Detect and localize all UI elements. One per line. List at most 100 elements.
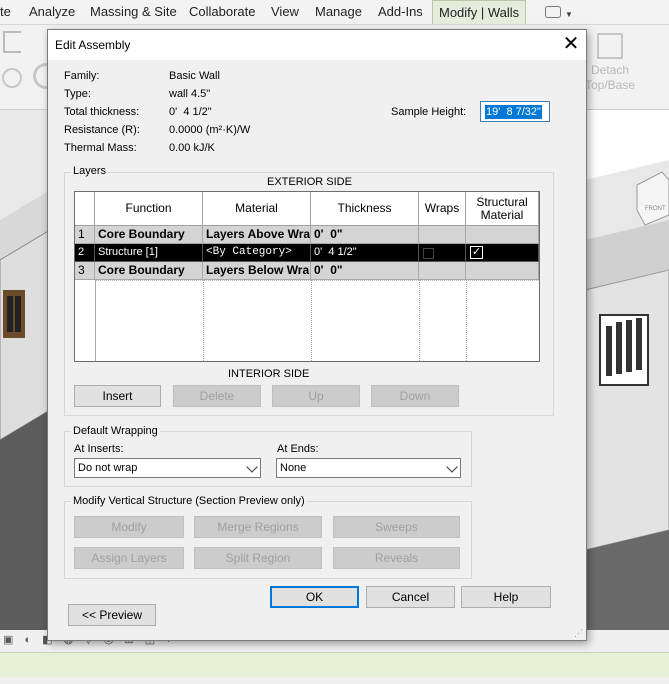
thickness-cell[interactable]: 0' 4 1/2" (311, 244, 419, 262)
type-label: Type: (64, 88, 91, 100)
wall-tool-icon[interactable] (3, 31, 21, 53)
status-bar (0, 652, 669, 677)
row-number[interactable]: 1 (75, 226, 95, 244)
split-region-button[interactable]: Split Region (194, 547, 322, 569)
contextual-dropdown-icon[interactable] (545, 6, 561, 18)
thermal-mass-value: 0.00 kJ/K (169, 142, 215, 154)
chevron-down-icon (446, 461, 458, 473)
help-button[interactable]: Help (461, 586, 551, 608)
window-left (3, 290, 25, 338)
detach-icon[interactable] (597, 33, 623, 59)
delete-button[interactable]: Delete (173, 385, 261, 407)
column-divider (311, 280, 312, 361)
tab-collaborate[interactable]: Collaborate (189, 0, 256, 24)
function-cell[interactable]: Structure [1] (95, 244, 203, 262)
sample-height-label: Sample Height: (391, 106, 467, 118)
detach-label[interactable]: Detach (591, 63, 629, 77)
merge-regions-button[interactable]: Merge Regions (194, 516, 322, 538)
wraps-cell (419, 262, 466, 280)
exterior-side-label: EXTERIOR SIDE (267, 176, 352, 188)
family-label: Family: (64, 70, 100, 82)
default-wrapping-title: Default Wrapping (71, 425, 160, 437)
tab-modify-walls[interactable]: Modify | Walls (432, 0, 527, 24)
tab-massing-site[interactable]: Massing & Site (90, 0, 177, 24)
column-header-wraps[interactable]: Wraps (419, 192, 466, 226)
at-ends-select[interactable]: None (276, 458, 461, 478)
tab-architecture[interactable]: te (0, 0, 11, 24)
column-header-structural-material[interactable]: Structural Material (466, 192, 539, 226)
row-number-column (75, 280, 96, 361)
tab-view[interactable]: View (271, 0, 299, 24)
table-corner (75, 192, 95, 226)
vertical-structure-title: Modify Vertical Structure (Section Previ… (71, 495, 307, 507)
rotate-icon[interactable] (2, 68, 22, 88)
column-divider (466, 280, 467, 361)
thickness-cell[interactable]: 0' 0" (311, 226, 419, 244)
structural-cell (466, 262, 539, 280)
wraps-checkbox[interactable] (423, 248, 434, 259)
table-row[interactable]: 3 Core Boundary Layers Below Wra 0' 0" (75, 262, 539, 280)
ribbon-tab-bar: te Analyze Massing & Site Collaborate Vi… (0, 0, 669, 25)
tab-manage[interactable]: Manage (315, 0, 362, 24)
thermal-mass-label: Thermal Mass: (64, 142, 137, 154)
up-button[interactable]: Up (272, 385, 360, 407)
thickness-cell[interactable]: 0' 0" (311, 262, 419, 280)
dialog-titlebar[interactable]: Edit Assembly ✕ (48, 30, 586, 60)
ok-button[interactable]: OK (270, 586, 359, 608)
interior-side-label: INTERIOR SIDE (228, 368, 310, 380)
at-inserts-select[interactable]: Do not wrap (74, 458, 261, 478)
column-header-thickness[interactable]: Thickness (311, 192, 419, 226)
modify-button[interactable]: Modify (74, 516, 184, 538)
function-cell[interactable]: Core Boundary (95, 262, 203, 280)
tab-analyze[interactable]: Analyze (29, 0, 75, 24)
tab-add-ins[interactable]: Add-Ins (378, 0, 423, 24)
structural-material-checkbox[interactable]: ✓ (470, 246, 483, 259)
at-inserts-value: Do not wrap (78, 462, 138, 474)
column-divider (203, 280, 204, 361)
total-thickness-value: 0' 4 1/2" (169, 106, 212, 118)
assign-layers-button[interactable]: Assign Layers (74, 547, 184, 569)
dialog-title: Edit Assembly (55, 38, 131, 52)
cancel-button[interactable]: Cancel (366, 586, 455, 608)
sample-height-value[interactable]: 19' 8 7/32" (485, 105, 542, 119)
family-value: Basic Wall (169, 70, 220, 82)
structural-cell (466, 226, 539, 244)
chevron-down-icon (246, 461, 258, 473)
top-base-label[interactable]: Top/Base (585, 78, 635, 92)
at-ends-label: At Ends: (277, 443, 319, 455)
sample-height-input[interactable]: 19' 8 7/32" (480, 101, 550, 122)
row-number[interactable]: 2 (75, 244, 95, 262)
type-value: wall 4.5" (169, 88, 211, 100)
material-cell[interactable]: Layers Above Wra (203, 226, 311, 244)
preview-button[interactable]: << Preview (68, 604, 156, 626)
resize-grip-icon[interactable]: ⋰ (574, 628, 583, 639)
empty-row-divider (95, 280, 539, 282)
wraps-cell (419, 244, 466, 262)
row-number[interactable]: 3 (75, 262, 95, 280)
material-cell[interactable]: <By Category> (203, 244, 311, 262)
total-thickness-label: Total thickness: (64, 106, 140, 118)
at-ends-value: None (280, 462, 307, 474)
sweeps-button[interactable]: Sweeps (333, 516, 460, 538)
down-button[interactable]: Down (371, 385, 459, 407)
svg-text:FRONT: FRONT (645, 206, 666, 212)
dropdown-arrow-icon: ▼ (565, 10, 573, 19)
structural-cell: ✓ (466, 244, 539, 262)
table-row[interactable]: 1 Core Boundary Layers Above Wra 0' 0" (75, 226, 539, 244)
resistance-label: Resistance (R): (64, 124, 140, 136)
layers-group-title: Layers (71, 165, 109, 177)
at-inserts-label: At Inserts: (74, 443, 124, 455)
resistance-value: 0.0000 (m²·K)/W (169, 124, 251, 136)
function-cell[interactable]: Core Boundary (95, 226, 203, 244)
edit-assembly-dialog: Edit Assembly ✕ Family: Basic Wall Type:… (47, 29, 587, 641)
close-icon[interactable]: ✕ (556, 30, 586, 60)
column-header-function[interactable]: Function (95, 192, 203, 226)
column-divider (419, 280, 420, 361)
reveals-button[interactable]: Reveals (333, 547, 460, 569)
wraps-cell (419, 226, 466, 244)
column-header-material[interactable]: Material (203, 192, 311, 226)
layers-table[interactable]: Function Material Thickness Wraps Struct… (74, 191, 540, 362)
insert-button[interactable]: Insert (74, 385, 161, 407)
material-cell[interactable]: Layers Below Wra (203, 262, 311, 280)
table-row-selected[interactable]: 2 Structure [1] <By Category> 0' 4 1/2" … (75, 244, 539, 262)
